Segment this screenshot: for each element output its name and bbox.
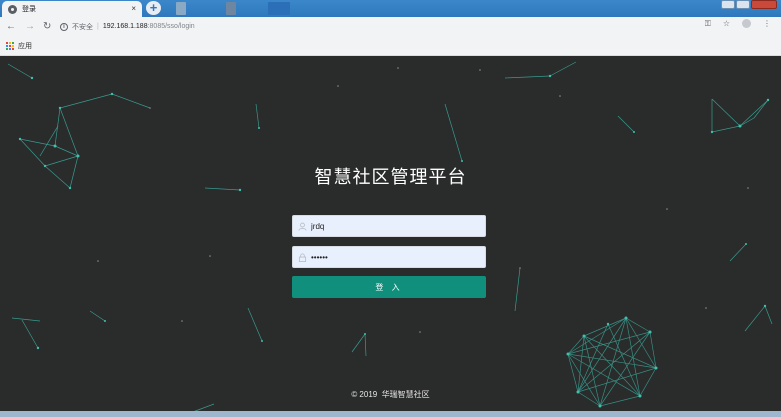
- url-separator: |: [97, 23, 99, 30]
- taskbar-window-thumbnail: [226, 2, 236, 15]
- login-button[interactable]: 登 入: [292, 276, 486, 298]
- close-window-button[interactable]: [751, 0, 777, 9]
- page-title: 智慧社区管理平台: [314, 167, 467, 187]
- forward-icon[interactable]: →: [25, 20, 35, 34]
- username-field[interactable]: [292, 215, 486, 237]
- footer-copyright: © 2019 华瑞智慧社区: [0, 389, 781, 400]
- back-icon[interactable]: ←: [6, 20, 16, 34]
- username-input[interactable]: [311, 217, 485, 235]
- lock-icon: [293, 253, 311, 262]
- toolbar-actions: ⚿ ☆ ⋮: [705, 19, 771, 29]
- tab-close-icon[interactable]: ×: [131, 5, 136, 13]
- password-field[interactable]: [292, 246, 486, 268]
- profile-icon[interactable]: [742, 19, 751, 28]
- apps-icon[interactable]: [6, 42, 14, 50]
- password-input[interactable]: [311, 248, 485, 266]
- url-path: :8085/sso/login: [147, 23, 195, 30]
- browser-tab[interactable]: 登录 ×: [2, 1, 142, 17]
- copyright-year: © 2019: [351, 390, 378, 399]
- bookmarks-bar: 应用: [0, 37, 781, 56]
- taskbar-window-thumbnail: [268, 2, 290, 15]
- tab-title: 登录: [22, 6, 36, 13]
- security-label: 不安全: [72, 23, 93, 31]
- minimize-button[interactable]: [721, 0, 735, 9]
- company-name: 华瑞智慧社区: [381, 390, 430, 399]
- taskbar-window-thumbnail: [176, 2, 186, 15]
- maximize-button[interactable]: [736, 0, 750, 9]
- window-controls: [721, 0, 777, 11]
- menu-icon[interactable]: ⋮: [763, 19, 771, 29]
- star-icon[interactable]: ☆: [723, 19, 730, 29]
- url-host: 192.168.1.188: [102, 23, 148, 30]
- browser-tab-strip: 登录 × +: [0, 0, 781, 17]
- new-tab-button[interactable]: +: [146, 1, 161, 15]
- info-icon[interactable]: i: [60, 22, 68, 31]
- bookmark-apps-label[interactable]: 应用: [18, 41, 32, 51]
- address-bar[interactable]: i 不安全 | 192.168.1.188 :8085/sso/login: [57, 19, 767, 34]
- user-icon: [293, 222, 311, 231]
- reload-icon[interactable]: ↻: [43, 20, 51, 34]
- browser-toolbar: ← → ↻ i 不安全 | 192.168.1.188 :8085/sso/lo…: [0, 17, 781, 37]
- login-page: 智慧社区管理平台 登 入 © 2019 华瑞智慧社区: [0, 56, 781, 417]
- key-icon[interactable]: ⚿: [705, 19, 711, 29]
- os-taskbar: [0, 411, 781, 417]
- site-favicon-icon: [8, 4, 17, 14]
